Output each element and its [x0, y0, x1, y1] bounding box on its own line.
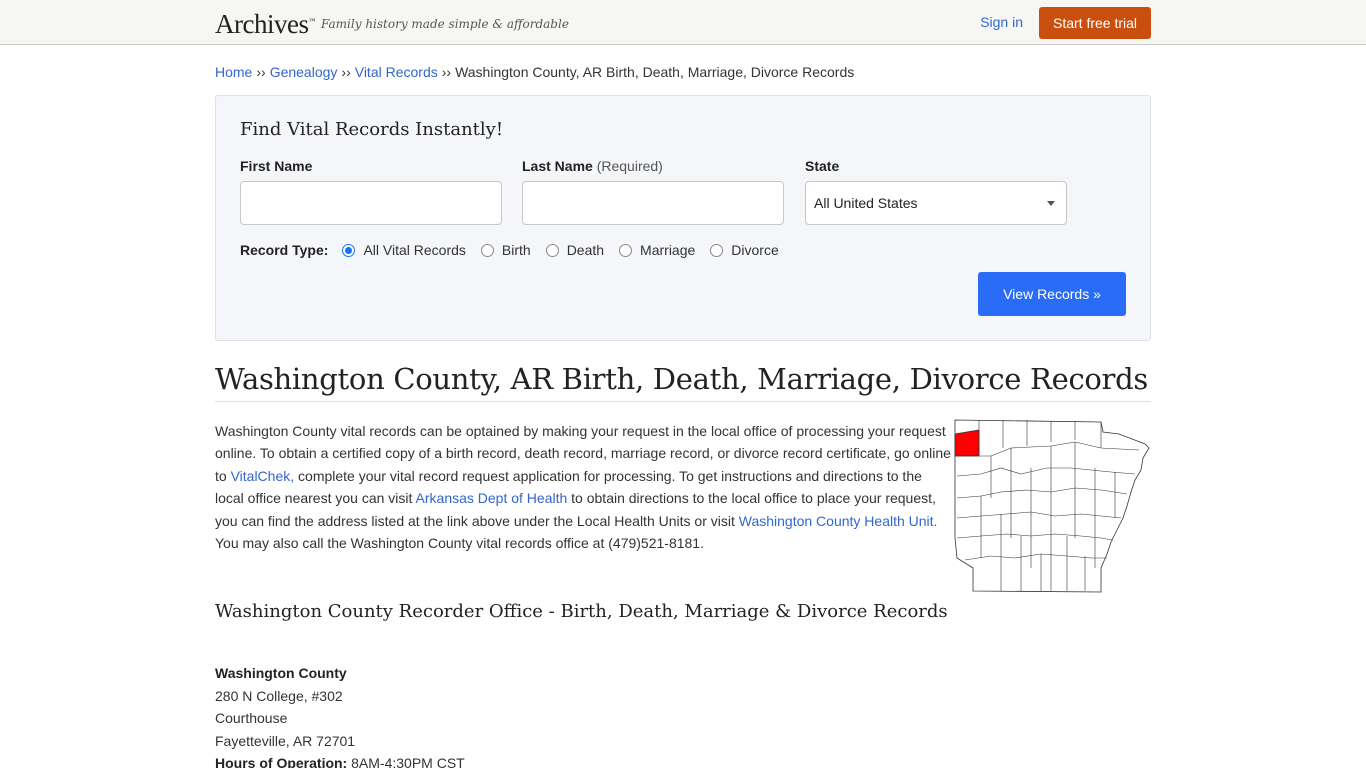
- intro-section: Washington County vital records can be o…: [215, 419, 1151, 593]
- chevron-down-icon: [1047, 201, 1055, 206]
- address-line-2: Courthouse: [215, 710, 288, 727]
- office-name: Washington County: [215, 665, 347, 682]
- record-type-label: Record Type:: [240, 242, 329, 258]
- arkansas-county-map: [954, 419, 1150, 593]
- breadcrumb-genealogy[interactable]: Genealogy: [270, 64, 338, 80]
- last-name-label-text: Last Name: [522, 158, 593, 174]
- breadcrumb: Home ›› Genealogy ›› Vital Records ›› Washingt…: [215, 64, 1151, 82]
- office-address: Washington County 280 N College, #302 Co…: [215, 662, 1151, 768]
- hours-value: 8AM-4:30PM CST: [351, 755, 465, 768]
- breadcrumb-home[interactable]: Home: [215, 64, 252, 80]
- top-bar: Archives™ Family history made simple & a…: [0, 0, 1366, 45]
- radio-label: Birth: [501, 242, 531, 258]
- view-records-button[interactable]: View Records »: [978, 272, 1126, 316]
- breadcrumb-separator: ››: [341, 64, 351, 80]
- state-selected-value: All United States: [814, 195, 918, 211]
- logo-text: Archives: [215, 9, 309, 39]
- trademark: ™: [308, 17, 315, 25]
- radio-all-vital-records[interactable]: All Vital Records: [342, 242, 466, 258]
- radio-marriage[interactable]: Marriage: [619, 242, 695, 258]
- radio-checked-icon[interactable]: [342, 243, 356, 257]
- last-name-group: Last Name (Required): [522, 158, 784, 225]
- sign-in-link[interactable]: Sign in: [980, 14, 1023, 30]
- radio-label: Death: [566, 242, 605, 258]
- first-name-input[interactable]: [240, 181, 502, 225]
- last-name-input[interactable]: [522, 181, 784, 225]
- radio-divorce[interactable]: Divorce: [710, 242, 779, 258]
- breadcrumb-current: Washington County, AR Birth, Death, Marr…: [455, 64, 855, 80]
- radio-label: All Vital Records: [363, 242, 466, 258]
- breadcrumb-vital-records[interactable]: Vital Records: [355, 64, 438, 80]
- hours-label: Hours of Operation:: [215, 755, 348, 768]
- radio-label: Divorce: [731, 242, 779, 258]
- office-hours: Hours of Operation: 8AM-4:30PM CST: [215, 752, 1151, 768]
- radio-label: Marriage: [640, 242, 696, 258]
- search-form: Find Vital Records Instantly! First Name…: [215, 95, 1151, 341]
- address-city: Fayetteville, AR 72701: [215, 732, 356, 749]
- radio-death[interactable]: Death: [545, 242, 605, 258]
- page-title: Washington County, AR Birth, Death, Marr…: [215, 362, 1151, 402]
- vitalchek-link[interactable]: VitalChek,: [231, 468, 295, 484]
- arkansas-dept-health-link[interactable]: Arkansas Dept of Health: [416, 490, 568, 506]
- breadcrumb-separator: ››: [256, 64, 266, 80]
- required-note: (Required): [596, 158, 663, 174]
- county-health-unit-link[interactable]: Washington County Health Unit.: [739, 513, 938, 529]
- intro-text: You may also call the Washington County …: [215, 535, 704, 552]
- radio-unchecked-icon[interactable]: [710, 243, 724, 257]
- address-line-1: 280 N College, #302: [215, 687, 343, 704]
- state-label: State: [805, 158, 840, 174]
- radio-birth[interactable]: Birth: [480, 242, 531, 258]
- state-group: State All United States: [805, 158, 1067, 225]
- state-select[interactable]: All United States: [805, 181, 1067, 225]
- search-title: Find Vital Records Instantly!: [240, 119, 504, 140]
- washington-county-highlight: [954, 429, 980, 457]
- logo[interactable]: Archives™: [215, 9, 315, 40]
- first-name-group: First Name: [240, 158, 502, 225]
- last-name-label: Last Name (Required): [522, 158, 784, 174]
- record-type-group: Record Type: All Vital Records Birth Dea…: [240, 242, 794, 258]
- radio-unchecked-icon[interactable]: [480, 243, 494, 257]
- tagline: Family history made simple & affordable: [321, 17, 569, 31]
- breadcrumb-separator: ››: [441, 64, 452, 80]
- radio-unchecked-icon[interactable]: [619, 243, 633, 257]
- start-free-trial-button[interactable]: Start free trial: [1039, 7, 1151, 39]
- radio-unchecked-icon[interactable]: [545, 243, 559, 257]
- section-title: Washington County Recorder Office - Birt…: [215, 601, 948, 623]
- intro-paragraph: Washington County vital records can be o…: [215, 420, 953, 554]
- first-name-label: First Name: [240, 158, 313, 174]
